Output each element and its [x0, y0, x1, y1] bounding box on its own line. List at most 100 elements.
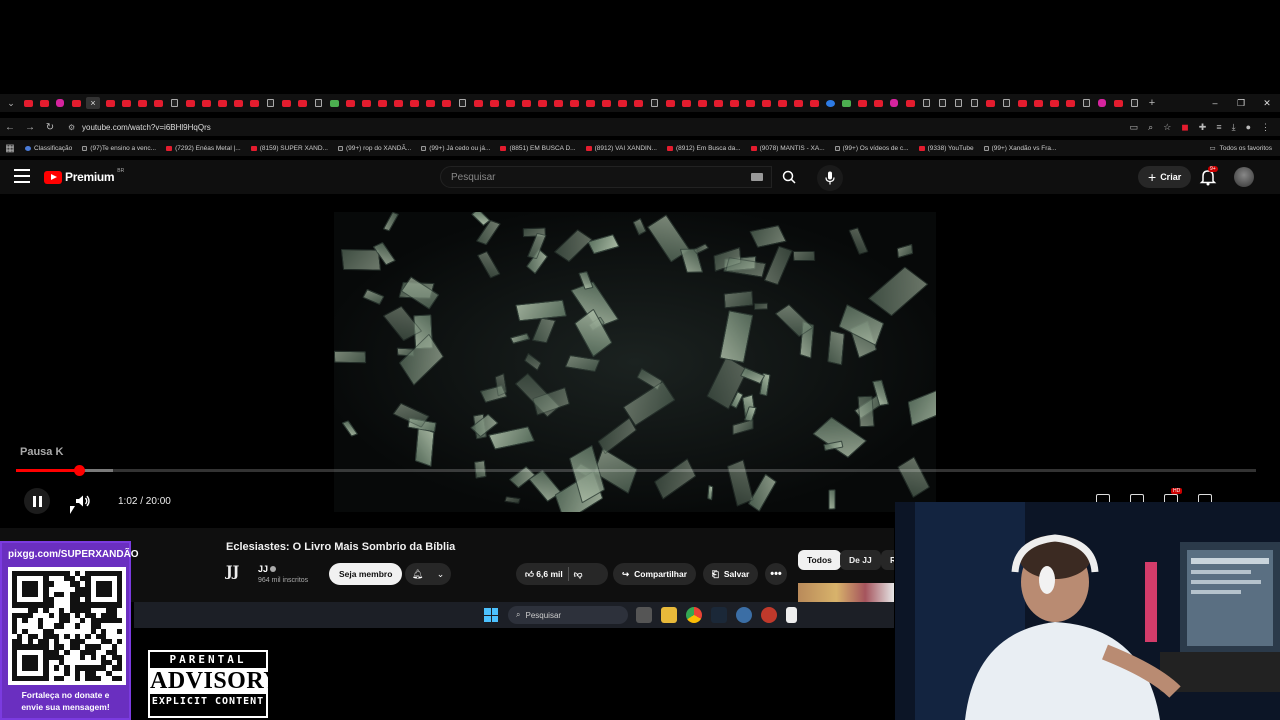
browser-tab[interactable] [1048, 97, 1060, 109]
subscription-bell-button[interactable]: 🔔︎ ⌄ [405, 563, 451, 585]
active-tab[interactable]: × [86, 97, 100, 109]
browser-tab[interactable] [184, 97, 196, 109]
browser-tab[interactable] [728, 97, 740, 109]
keyboard-icon[interactable] [751, 173, 763, 181]
browser-tab[interactable] [568, 97, 580, 109]
cast-icon[interactable]: ▭ [1130, 122, 1139, 133]
browser-tab[interactable] [664, 97, 676, 109]
recommended-thumbnail[interactable] [798, 583, 894, 602]
browser-tab[interactable] [472, 97, 484, 109]
bookmark-item[interactable]: (8159) SUPER XAND... [246, 145, 333, 152]
browser-tab[interactable] [712, 97, 724, 109]
bookmark-item[interactable]: (99+) rop do XANDÃ... [333, 145, 416, 152]
windows-start-icon[interactable] [484, 608, 498, 622]
maximize-icon[interactable]: ❐ [1228, 94, 1254, 112]
video-frame[interactable] [334, 212, 936, 512]
browser-menu-icon[interactable]: ⋮ [1261, 122, 1270, 133]
browser-tab[interactable] [216, 97, 228, 109]
browser-tab[interactable] [264, 97, 276, 109]
browser-tab[interactable] [392, 97, 404, 109]
browser-tab[interactable] [968, 97, 980, 109]
bookmark-star-icon[interactable]: ☆ [1163, 122, 1171, 133]
browser-tab[interactable] [408, 97, 420, 109]
voice-search-button[interactable] [817, 165, 843, 191]
browser-tab[interactable] [744, 97, 756, 109]
file-explorer-icon[interactable] [661, 607, 677, 623]
back-icon[interactable]: ← [0, 122, 20, 133]
browser-tab[interactable] [904, 97, 916, 109]
browser-tab[interactable] [424, 97, 436, 109]
browser-tab[interactable] [1064, 97, 1076, 109]
bookmark-item[interactable]: Classificação [20, 145, 77, 152]
browser-tab[interactable] [38, 97, 50, 109]
browser-tab[interactable] [952, 97, 964, 109]
bookmark-item[interactable]: (9078) MANTIS - XA... [746, 145, 830, 152]
browser-tab[interactable] [824, 97, 836, 109]
task-view-icon[interactable] [636, 607, 652, 623]
taskbar-search[interactable]: ⌕ Pesquisar [508, 606, 628, 624]
browser-tab[interactable] [1096, 97, 1108, 109]
app-icon[interactable] [761, 607, 777, 623]
chip-from-channel[interactable]: De JJ [840, 550, 881, 570]
share-button[interactable]: ↪ Compartilhar [613, 563, 697, 585]
browser-tab[interactable] [488, 97, 500, 109]
tab-search-icon[interactable]: ⌄ [0, 98, 22, 109]
chip-related[interactable]: R [881, 550, 894, 570]
browser-tab[interactable] [1016, 97, 1028, 109]
browser-tab[interactable] [440, 97, 452, 109]
save-button[interactable]: ⎗ Salvar [703, 563, 759, 585]
url-field[interactable]: ⚙ youtube.com/watch?v=i6BHl9HqQrs [68, 119, 1068, 135]
volume-icon[interactable] [74, 492, 92, 510]
bookmark-item[interactable]: (8912) VAI XANDIN... [581, 145, 662, 152]
apps-icon[interactable]: ▦ [0, 143, 20, 154]
browser-tab[interactable] [200, 97, 212, 109]
browser-tab[interactable] [696, 97, 708, 109]
browser-tab[interactable] [1128, 97, 1140, 109]
reload-icon[interactable]: ↻ [40, 122, 60, 133]
browser-tab[interactable] [296, 97, 308, 109]
browser-tab[interactable] [456, 97, 468, 109]
like-button[interactable]: 👍︎ 6,6 mil [525, 569, 563, 580]
browser-tab[interactable] [936, 97, 948, 109]
browser-tab[interactable] [70, 97, 82, 109]
browser-tab[interactable] [600, 97, 612, 109]
browser-tab[interactable] [984, 97, 996, 109]
steam-icon[interactable] [711, 607, 727, 623]
minimize-icon[interactable]: – [1202, 94, 1228, 112]
bookmark-item[interactable]: (99+) Já cedo ou já... [416, 145, 495, 152]
create-button[interactable]: + Criar [1138, 166, 1192, 188]
new-tab-button[interactable]: + [1144, 97, 1160, 109]
channel-logo[interactable]: JJ [226, 564, 250, 582]
download-icon[interactable]: ⤓ [1232, 122, 1236, 133]
browser-tab[interactable] [1080, 97, 1092, 109]
browser-tab[interactable] [888, 97, 900, 109]
browser-tab[interactable] [168, 97, 180, 109]
chrome-icon[interactable] [686, 607, 702, 623]
browser-tab[interactable] [792, 97, 804, 109]
bookmark-item[interactable]: (97)Te ensino a venc... [77, 145, 161, 152]
browser-tab[interactable] [1000, 97, 1012, 109]
scrubber-handle[interactable] [74, 465, 86, 476]
zoom-icon[interactable]: ⌕ [1148, 122, 1153, 133]
browser-tab[interactable] [120, 97, 132, 109]
video-player[interactable]: Pausa K 1:02 / 20:00 HD [0, 194, 1280, 528]
browser-tab[interactable] [280, 97, 292, 109]
browser-tab[interactable] [104, 97, 116, 109]
reading-list-icon[interactable]: ≡ [1216, 122, 1221, 132]
bookmark-item[interactable]: (9338) YouTube [914, 145, 979, 152]
browser-tab[interactable] [680, 97, 692, 109]
bookmark-item[interactable]: (7292) Enéas Metal |... [161, 145, 246, 152]
pause-button[interactable] [24, 488, 50, 514]
document-icon[interactable] [786, 607, 797, 623]
browser-tab[interactable] [360, 97, 372, 109]
browser-tab[interactable] [248, 97, 260, 109]
browser-tab[interactable] [920, 97, 932, 109]
youtube-logo[interactable]: Premium BR [44, 168, 124, 184]
browser-tab[interactable] [376, 97, 388, 109]
search-input[interactable]: Pesquisar [440, 166, 772, 188]
browser-tab[interactable] [1032, 97, 1044, 109]
tab-close-icon[interactable]: × [90, 98, 95, 108]
browser-tab[interactable] [872, 97, 884, 109]
channel-name[interactable]: JJ [258, 564, 277, 574]
profile-icon[interactable]: ● [1246, 122, 1251, 132]
